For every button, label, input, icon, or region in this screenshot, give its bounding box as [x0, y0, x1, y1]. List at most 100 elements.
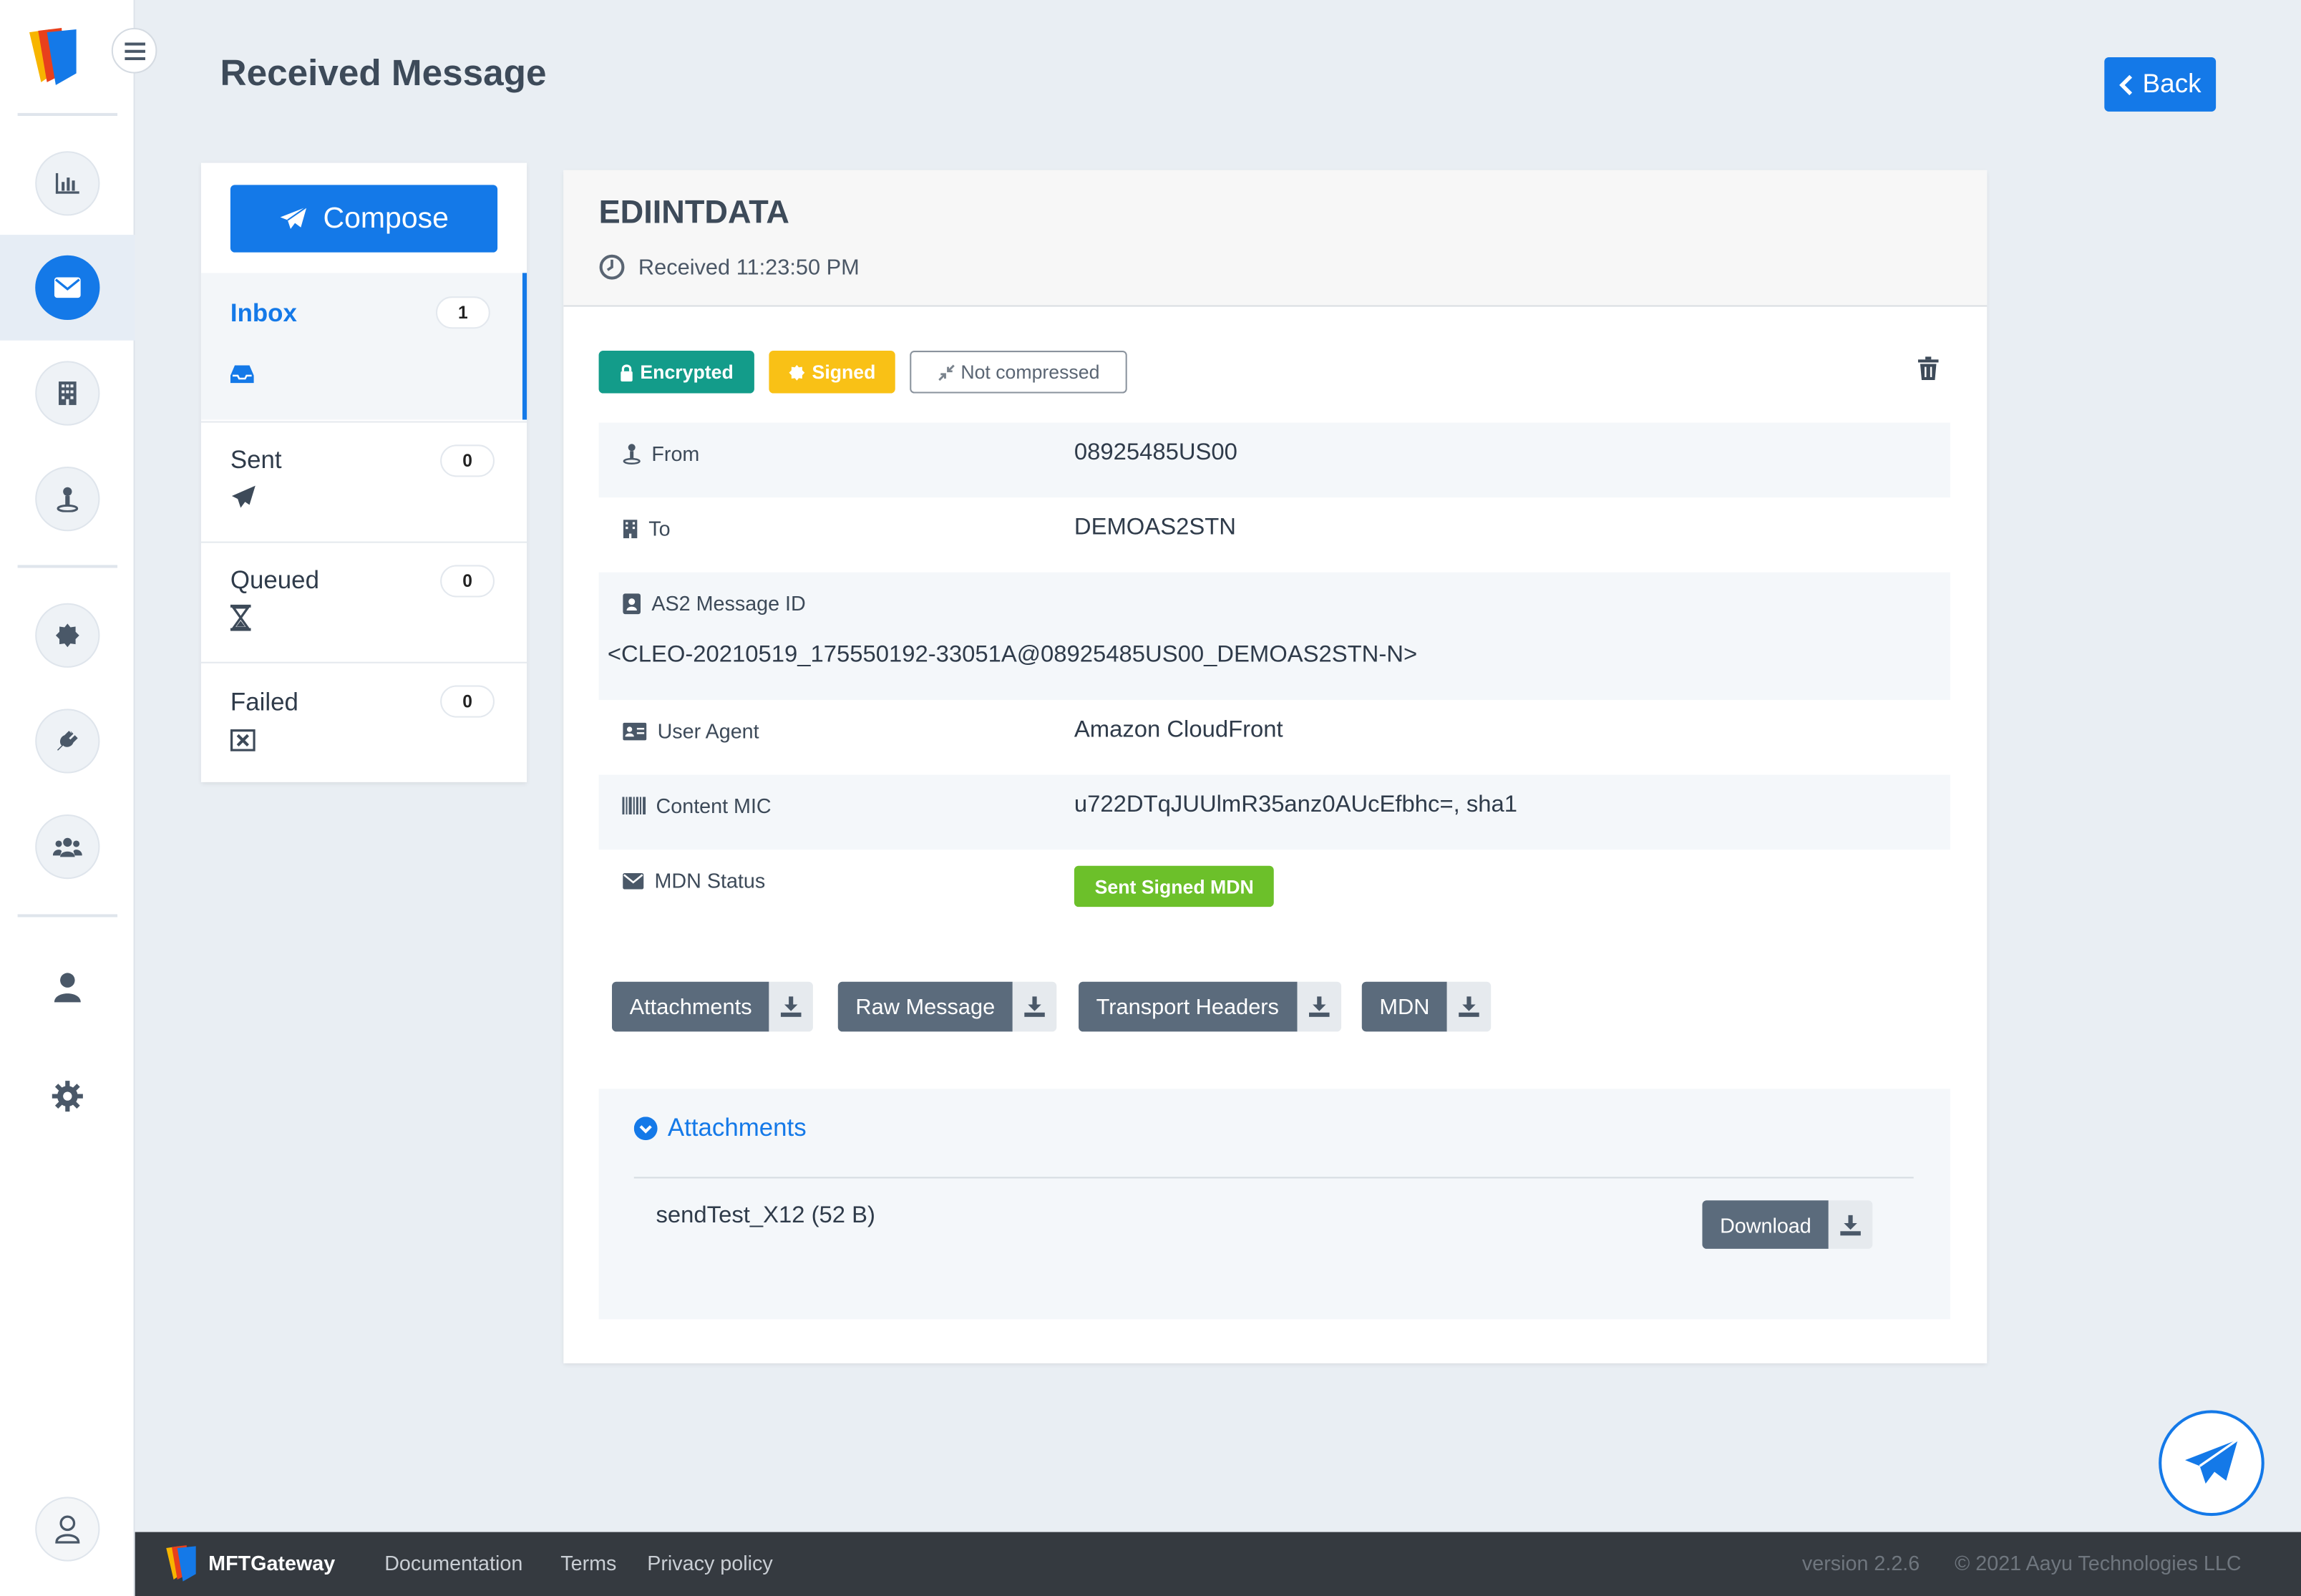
hourglass-icon	[230, 604, 251, 631]
field-message-id: AS2 Message ID <CLEO-20210519_175550192-…	[598, 572, 1950, 701]
mftgateway-logo-icon	[166, 1545, 196, 1582]
download-icon	[1840, 1214, 1862, 1235]
encrypted-badge: Encrypted	[598, 351, 754, 394]
message-card: EDIINTDATA Received 11:23:50 PM Encrypte…	[563, 170, 1988, 1363]
raw-message-button[interactable]: Raw Message	[837, 981, 1013, 1032]
privacy-policy-link[interactable]: Privacy policy	[647, 1551, 773, 1575]
attachments-section: Attachments sendTest_X12 (52 B) Download	[598, 1089, 1950, 1320]
inbox-icon	[230, 365, 254, 384]
certificate-icon	[55, 623, 79, 648]
folder-label: Failed	[230, 688, 298, 716]
hamburger-icon	[124, 42, 145, 60]
attachment-file-name: sendTest_X12 (52 B)	[656, 1203, 875, 1229]
field-label: Content MIC	[622, 794, 772, 817]
folder-label: Queued	[230, 566, 319, 595]
download-attachments-group: Attachments	[612, 981, 814, 1032]
download-headers-button[interactable]	[1296, 981, 1341, 1032]
chevron-down-circle-icon	[633, 1116, 658, 1141]
folder-count: 0	[440, 444, 495, 477]
folder-label: Inbox	[230, 299, 297, 328]
partner-icon	[57, 487, 79, 512]
nav-organizations[interactable]	[35, 361, 100, 426]
mdn-status-badge: Sent Signed MDN	[1074, 865, 1275, 908]
download-attachments-button[interactable]	[769, 981, 814, 1032]
file-download-icon-button[interactable]	[1829, 1200, 1873, 1249]
download-icon	[1459, 996, 1480, 1017]
envelope-icon	[54, 277, 81, 298]
attachments-toggle[interactable]: Attachments	[633, 1114, 807, 1143]
chart-icon	[55, 172, 79, 194]
paper-plane-icon	[281, 206, 308, 229]
nav-profile[interactable]	[35, 955, 99, 1020]
file-download-button[interactable]: Download	[1702, 1200, 1829, 1249]
sidebar	[0, 0, 135, 1596]
download-icon	[781, 996, 802, 1017]
footer-brand: MFTGateway	[208, 1551, 336, 1575]
download-headers-group: Transport Headers	[1079, 981, 1341, 1032]
mdn-status-label: MDN Status	[654, 868, 766, 892]
attachments-divider	[633, 1177, 1914, 1179]
attachments-title: Attachments	[667, 1114, 807, 1142]
gear-icon	[52, 1081, 83, 1112]
sidebar-divider	[17, 112, 118, 116]
plug-icon	[57, 731, 78, 751]
signed-badge: Signed	[769, 351, 895, 394]
field-label: MDN Status	[622, 869, 765, 892]
footer: MFTGateway Documentation Terms Privacy p…	[135, 1532, 2301, 1596]
nav-messages[interactable]	[35, 255, 100, 320]
field-content-mic: Content MIC u722DTqJUUlmR35anz0AUcEfbhc=…	[598, 774, 1950, 850]
building-icon	[623, 519, 638, 538]
id-card-icon	[623, 721, 647, 740]
field-to: To DEMOAS2STN	[599, 497, 1950, 573]
encrypted-label: Encrypted	[640, 361, 734, 384]
transport-headers-button[interactable]: Transport Headers	[1079, 981, 1297, 1032]
download-raw-group: Raw Message	[837, 981, 1057, 1032]
compose-button[interactable]: Compose	[230, 185, 498, 253]
trash-icon[interactable]	[1917, 356, 1939, 381]
back-button[interactable]: Back	[2104, 57, 2217, 112]
certificate-icon	[789, 364, 805, 380]
documentation-link[interactable]: Documentation	[384, 1551, 522, 1575]
download-mdn-button[interactable]	[1447, 981, 1492, 1032]
folder-count: 1	[435, 296, 490, 329]
nav-users[interactable]	[35, 814, 100, 880]
user-agent-value: Amazon CloudFront	[1074, 717, 1283, 743]
sidebar-divider	[17, 565, 118, 568]
mdn-button[interactable]: MDN	[1361, 981, 1448, 1032]
download-raw-button[interactable]	[1012, 981, 1057, 1032]
folder-queued[interactable]: Queued 0	[201, 543, 527, 661]
compress-icon	[938, 364, 955, 381]
folder-count: 0	[440, 685, 495, 718]
received-label: Received 11:23:50 PM	[638, 254, 860, 280]
nav-account[interactable]	[35, 1497, 100, 1562]
field-mdn-status: MDN Status Sent Signed MDN	[599, 850, 1950, 925]
menu-toggle-button[interactable]	[111, 27, 157, 74]
mftgateway-logo[interactable]	[26, 26, 82, 85]
nav-settings[interactable]	[35, 1064, 99, 1129]
lock-icon	[621, 364, 633, 381]
folder-inbox[interactable]: Inbox 1	[200, 273, 527, 420]
folder-label: Sent	[230, 446, 282, 475]
nav-partners[interactable]	[35, 467, 100, 532]
footer-logo[interactable]: MFTGateway	[165, 1544, 336, 1582]
folder-failed[interactable]: Failed 0	[201, 663, 527, 781]
envelope-icon	[623, 872, 644, 889]
nav-dashboard[interactable]	[35, 151, 100, 216]
compression-label: Not compressed	[960, 361, 1100, 384]
download-mdn-group: MDN	[1361, 981, 1492, 1032]
floating-compose-button[interactable]	[2159, 1410, 2264, 1517]
user-agent-label: User Agent	[657, 719, 759, 743]
version-text: version 2.2.6	[1801, 1551, 1920, 1575]
paper-plane-icon	[2185, 1439, 2239, 1484]
sidebar-divider	[17, 914, 118, 918]
compression-badge: Not compressed	[910, 351, 1127, 394]
nav-connectors[interactable]	[35, 709, 100, 774]
chevron-left-icon	[2119, 74, 2133, 95]
to-label: To	[648, 516, 671, 540]
attachments-button[interactable]: Attachments	[612, 981, 770, 1032]
nav-certificates[interactable]	[35, 603, 100, 668]
terms-link[interactable]: Terms	[560, 1551, 616, 1575]
field-label: User Agent	[622, 719, 759, 743]
users-icon	[52, 837, 82, 857]
folder-sent[interactable]: Sent 0	[201, 423, 527, 540]
